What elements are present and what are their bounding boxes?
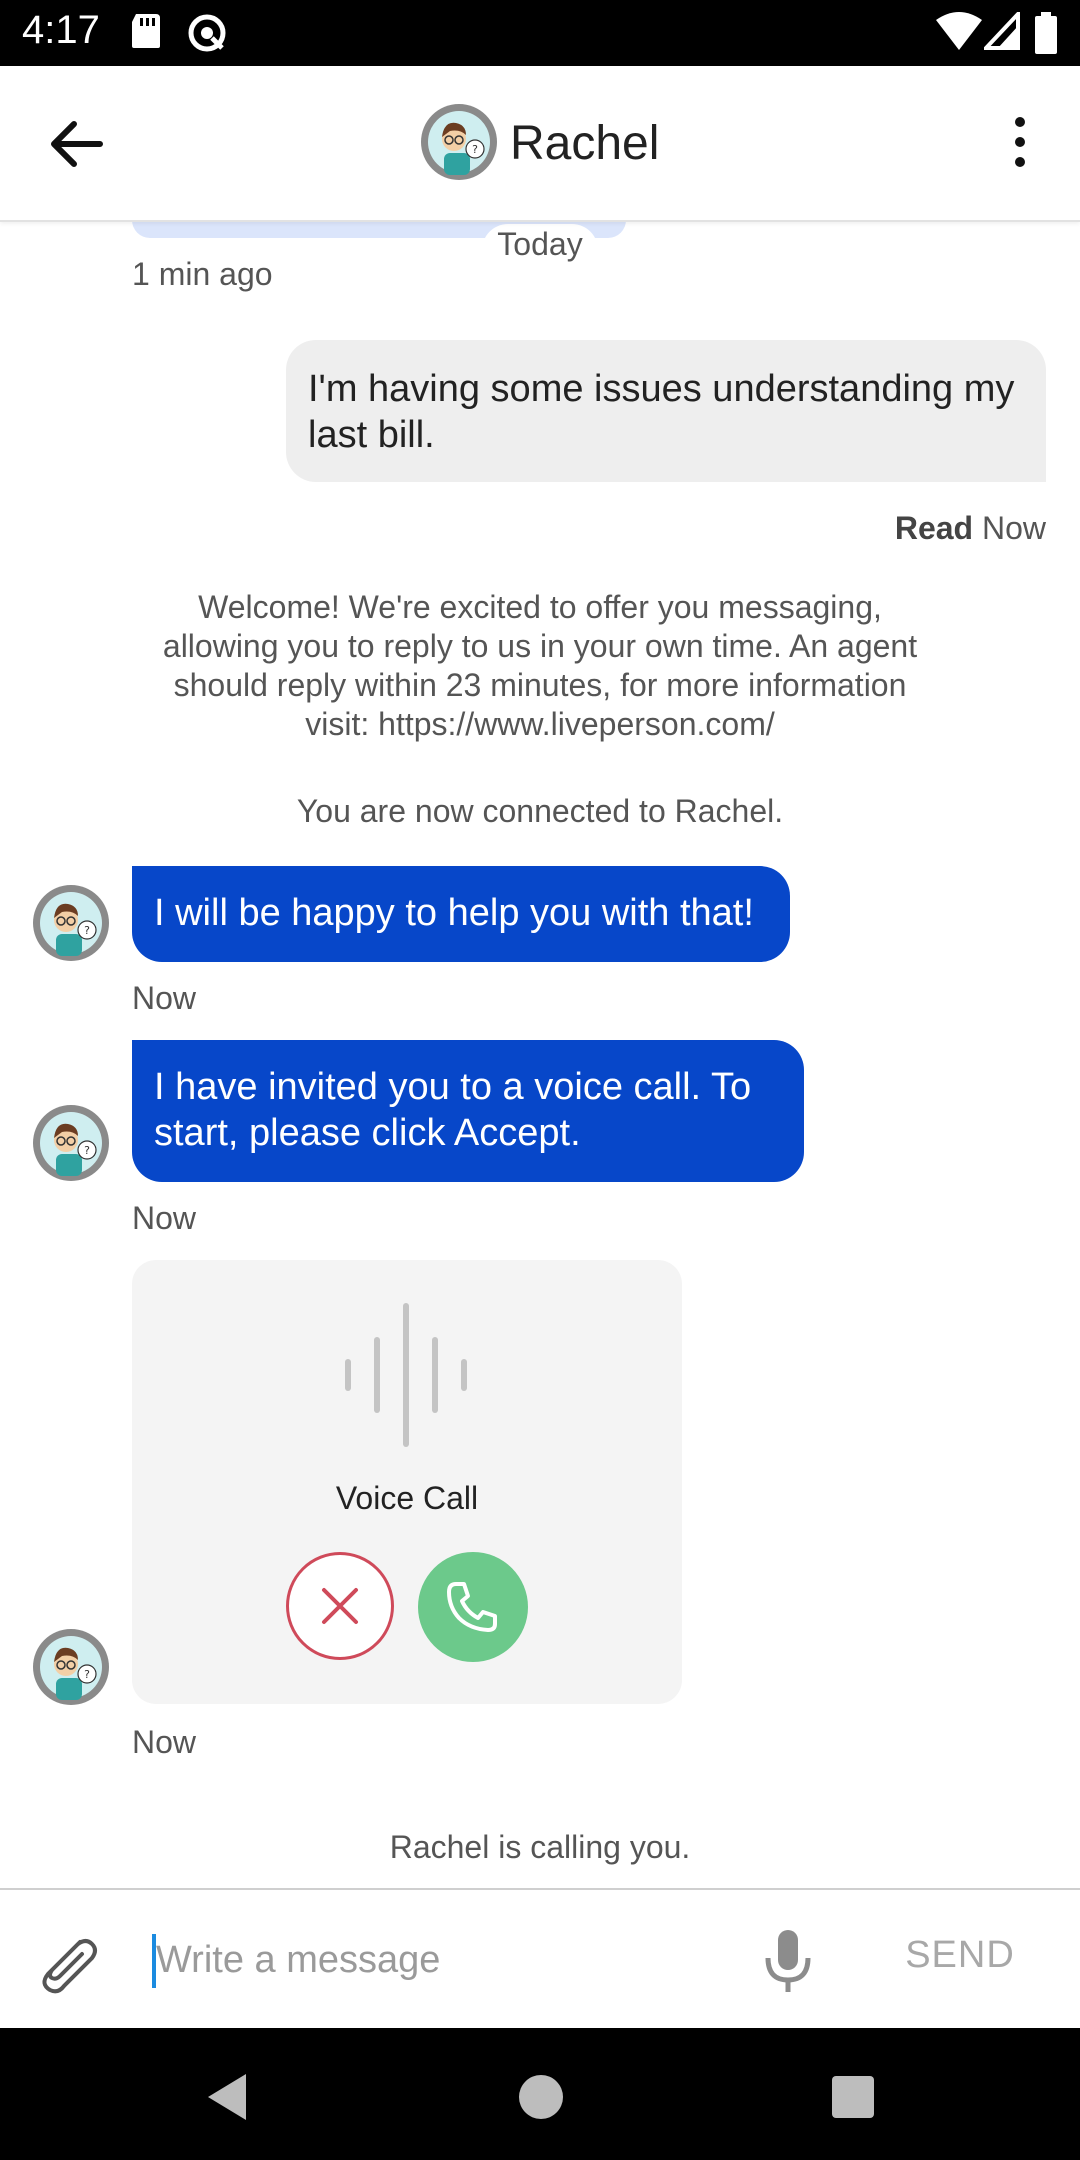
send-button[interactable]: SEND xyxy=(880,1934,1040,1988)
microphone-icon[interactable] xyxy=(760,1926,816,1996)
voice-call-label: Voice Call xyxy=(335,1480,479,1516)
calling-system-message: Rachel is calling you. xyxy=(389,1829,691,1865)
phone-icon xyxy=(447,1582,497,1632)
nav-recents-icon[interactable] xyxy=(826,2070,880,2124)
chat-transcript[interactable]: Today 1 min ago I'm having some issues u… xyxy=(0,220,1080,1890)
accept-call-button[interactable] xyxy=(418,1552,528,1662)
message-timestamp: Now xyxy=(132,980,197,1016)
agent-avatar: ? xyxy=(33,885,109,961)
outgoing-message-bubble[interactable]: I'm having some issues understanding my … xyxy=(286,340,1046,482)
agent-message-bubble[interactable]: I have invited you to a voice call. To s… xyxy=(132,1040,804,1182)
message-composer: SEND xyxy=(0,1888,1080,2030)
paperclip-icon[interactable] xyxy=(30,1928,106,1998)
message-input[interactable] xyxy=(154,1924,738,1996)
back-arrow-icon[interactable] xyxy=(40,114,112,174)
app-bar: ? Rachel xyxy=(0,66,1080,222)
read-status-label: Read xyxy=(894,510,974,546)
nav-home-icon[interactable] xyxy=(514,2070,568,2124)
decline-call-button[interactable] xyxy=(286,1552,394,1660)
agent-avatar: ? xyxy=(33,1629,109,1705)
status-bar: 4:17 xyxy=(0,0,1080,66)
read-receipt: Read Now xyxy=(895,510,1046,547)
signal-icon xyxy=(984,12,1020,50)
sd-card-icon xyxy=(132,14,160,48)
svg-text:?: ? xyxy=(472,143,478,156)
close-icon xyxy=(322,1588,358,1624)
sync-icon xyxy=(188,14,226,52)
voice-call-card: Voice Call xyxy=(132,1260,682,1704)
status-time: 4:17 xyxy=(22,8,100,52)
message-timestamp: Now xyxy=(132,1200,197,1236)
battery-icon xyxy=(1035,12,1057,54)
contact-name: Rachel xyxy=(510,117,660,170)
welcome-system-message: Welcome! We're excited to offer you mess… xyxy=(162,589,918,742)
svg-text:?: ? xyxy=(84,1668,90,1681)
svg-text:?: ? xyxy=(84,924,90,937)
agent-avatar: ? xyxy=(33,1105,109,1181)
message-timestamp: 1 min ago xyxy=(132,256,273,292)
wifi-icon xyxy=(936,12,982,50)
date-separator: Today xyxy=(482,224,598,276)
system-navigation-bar xyxy=(0,2028,1080,2160)
more-options-icon[interactable] xyxy=(1000,112,1040,172)
agent-avatar: ? xyxy=(421,104,497,180)
audio-wave-icon xyxy=(345,1303,467,1447)
agent-message-bubble[interactable]: I will be happy to help you with that! xyxy=(132,866,790,962)
message-timestamp: Now xyxy=(132,1724,197,1760)
svg-text:?: ? xyxy=(84,1144,90,1157)
connected-system-message: You are now connected to Rachel. xyxy=(296,793,784,829)
read-status-time: Now xyxy=(981,510,1046,546)
nav-back-icon[interactable] xyxy=(200,2070,254,2124)
